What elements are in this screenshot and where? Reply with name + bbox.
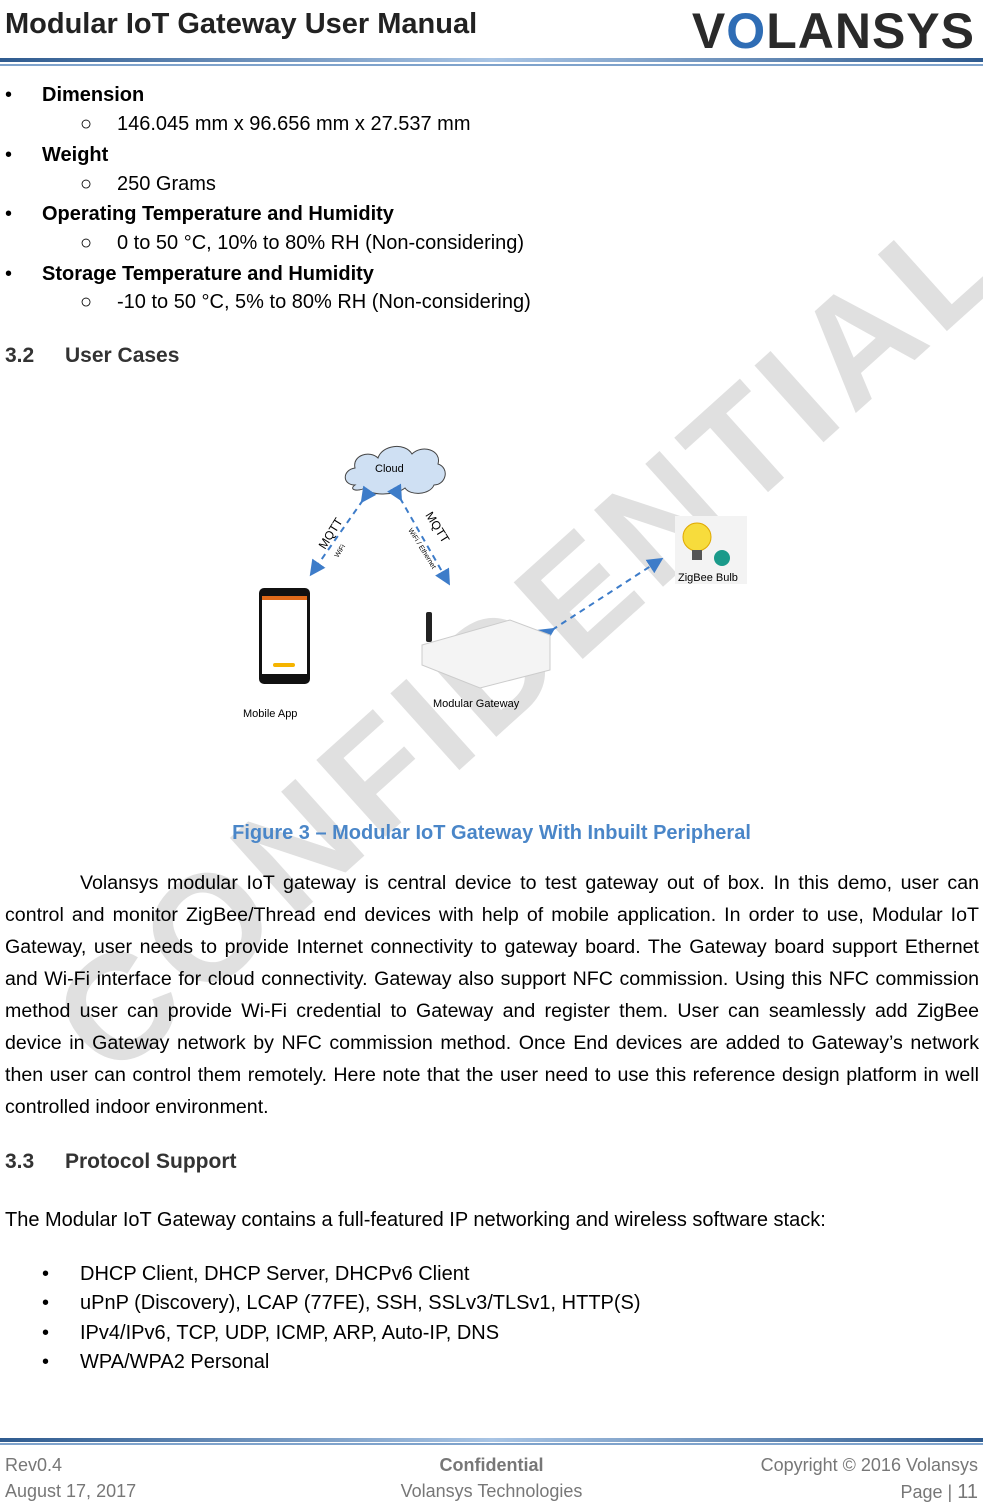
list-item: IPv4/IPv6, TCP, UDP, ICMP, ARP, Auto-IP,… [80, 1322, 500, 1344]
footer-rule-thin [0, 1443, 983, 1445]
spec-value: 0 to 50 °C, 10% to 80% RH (Non-consideri… [117, 232, 525, 254]
wifi-ethernet-label: WiFi / Ethernet [406, 527, 436, 570]
document-title: Modular IoT Gateway User Manual [5, 8, 478, 40]
list-item: uPnP (Discovery), LCAP (77FE), SSH, SSLv… [80, 1292, 641, 1314]
page-number: Page | 11 [901, 1481, 979, 1504]
list-item: WPA/WPA2 Personal [80, 1351, 270, 1373]
spec-value: 146.045 mm x 96.656 mm x 27.537 mm [117, 113, 471, 135]
section-heading: User Cases [65, 344, 180, 367]
footer-rule [0, 1438, 983, 1442]
section-number: 3.3 [5, 1150, 35, 1173]
bulb-label: ZigBee Bulb [678, 572, 738, 584]
volansys-logo: VOLANSYS [691, 3, 975, 59]
header-rule-thin [0, 64, 983, 66]
page-value: 11 [957, 1481, 978, 1503]
spec-label: Operating Temperature and Humidity [42, 203, 394, 225]
wifi-label: WiFi [334, 543, 348, 559]
figure-caption: Figure 3 – Modular IoT Gateway With Inbu… [232, 822, 751, 844]
copyright: Copyright © 2016 Volansys [760, 1455, 978, 1475]
spec-label: Storage Temperature and Humidity [42, 263, 374, 285]
company-name: Volansys Technologies [400, 1481, 583, 1501]
phone-icon [259, 588, 310, 684]
spec-value: 250 Grams [117, 173, 216, 195]
cloud-label: Cloud [375, 463, 404, 475]
body-paragraph: Volansys modular IoT gateway is central … [5, 872, 979, 1118]
mobile-label: Mobile App [243, 708, 297, 720]
section-heading: Protocol Support [65, 1150, 237, 1173]
page-label: Page | [900, 1482, 953, 1502]
gateway-label: Modular Gateway [433, 698, 520, 710]
mqtt-label: MQTT [422, 509, 452, 546]
spec-label: Weight [42, 144, 109, 166]
header-rule [0, 58, 983, 62]
gateway-device-icon [421, 612, 551, 689]
user-cases-diagram: Cloud MQTT WiFi MQTT WiFi / Ethernet Zig… [243, 446, 747, 720]
arrow-gateway-bulb [537, 557, 664, 644]
spec-value: -10 to 50 °C, 5% to 80% RH (Non-consider… [117, 291, 531, 313]
section-intro: The Modular IoT Gateway contains a full-… [5, 1209, 826, 1231]
spec-label: Dimension [42, 84, 145, 106]
list-item: DHCP Client, DHCP Server, DHCPv6 Client [80, 1263, 470, 1285]
section-number: 3.2 [5, 344, 35, 367]
